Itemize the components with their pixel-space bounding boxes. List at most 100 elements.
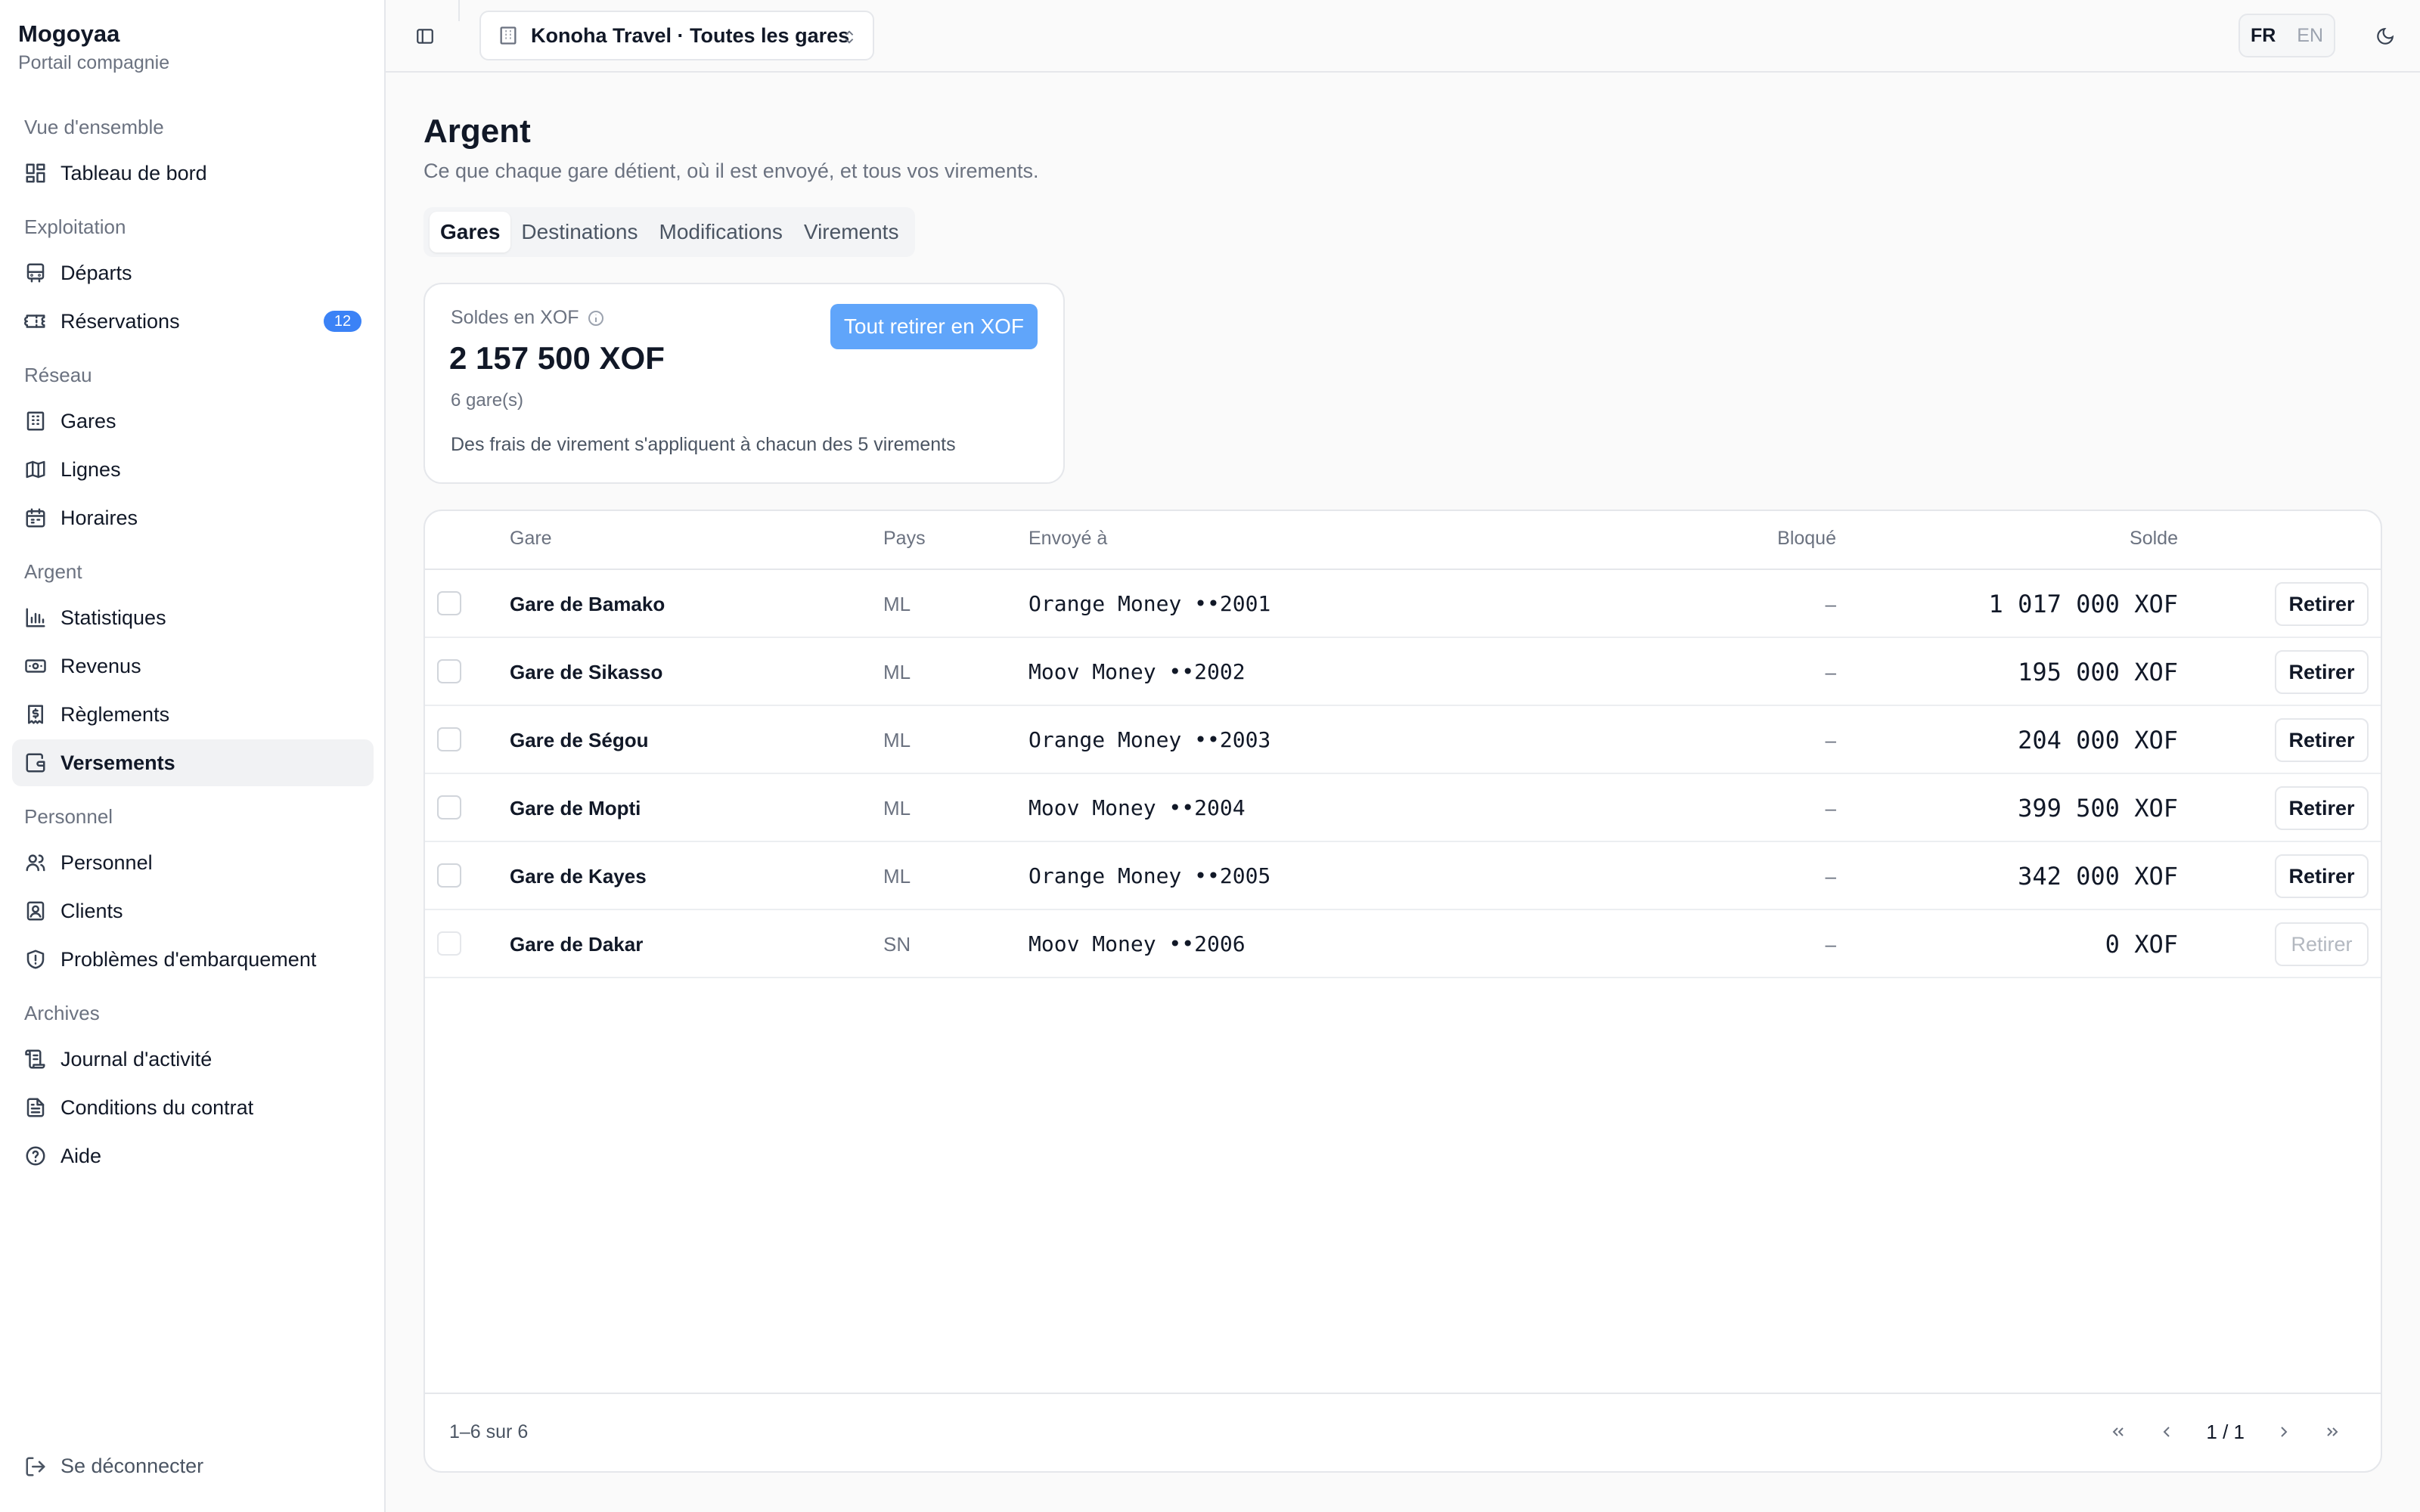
row-checkbox[interactable] [437, 659, 461, 683]
row-checkbox[interactable] [437, 591, 461, 615]
withdraw-all-button[interactable]: Tout retirer en XOF [830, 304, 1038, 349]
tab-destinations[interactable]: Destinations [510, 212, 648, 253]
withdraw-button[interactable]: Retirer [2275, 786, 2369, 830]
sidebar-item-aide[interactable]: Aide [12, 1132, 374, 1179]
sidebar-item-label: Conditions du contrat [60, 1095, 254, 1119]
balance-amount: 2 157 500 XOF [449, 340, 665, 376]
sidebar-item-reservations[interactable]: Réservations 12 [12, 298, 374, 345]
pagination: 1 / 1 [2094, 1415, 2356, 1448]
next-page-button[interactable] [2267, 1415, 2301, 1448]
brand: Mogoyaa Portail compagnie [18, 18, 169, 76]
calendar-icon [24, 507, 47, 529]
station-name: Gare de Bamako [510, 593, 666, 615]
row-checkbox[interactable] [437, 863, 461, 888]
bar-chart-icon [24, 606, 47, 629]
sidebar-item-journal-d-activite[interactable]: Journal d'activité [12, 1036, 374, 1083]
sidebar-item-label: Journal d'activité [60, 1047, 213, 1070]
sidebar-item-horaires[interactable]: Horaires [12, 494, 374, 541]
sidebar-item-personnel[interactable]: Personnel [12, 839, 374, 886]
sidebar-item-label: Tableau de bord [60, 161, 207, 184]
sidebar-item-reglements[interactable]: Règlements [12, 691, 374, 738]
wallet-icon [24, 751, 47, 774]
sidebar-item-versements[interactable]: Versements [12, 739, 374, 786]
table-row: Gare de Dakar SN Moov Money ••2006 – 0 XOF Re… [425, 910, 2381, 978]
sidebar-item-label: Gares [60, 409, 116, 432]
header-bloque: Bloqué [1777, 528, 1836, 549]
sidebar-item-departs[interactable]: Départs [12, 249, 374, 296]
transfer-fee-note: Des frais de virement s'appliquent à cha… [451, 434, 956, 455]
tab-virements[interactable]: Virements [793, 212, 910, 253]
balance-card: Soldes en XOF 2 157 500 XOF 6 gare(s) De… [424, 283, 1065, 484]
moon-icon [2377, 27, 2394, 45]
row-checkbox[interactable] [437, 727, 461, 751]
sidebar-toggle-button[interactable] [410, 23, 440, 50]
language-switch: FR EN [2238, 14, 2335, 57]
prev-page-button[interactable] [2150, 1415, 2183, 1448]
nav-group-label: Argent [24, 560, 82, 583]
last-page-button[interactable] [2316, 1415, 2349, 1448]
lang-fr-button[interactable]: FR [2251, 25, 2276, 47]
sidebar-item-label: Problèmes d'embarquement [60, 947, 317, 971]
sidebar-nav: Vue d'ensemble Tableau de bord Exploitatio… [12, 100, 374, 1181]
first-page-button[interactable] [2102, 1415, 2135, 1448]
payout-destination: Orange Money ••2003 [1028, 727, 1271, 752]
sidebar-item-label: Personnel [60, 850, 153, 874]
table-row: Gare de Sikasso ML Moov Money ••2002 – 195 0… [425, 638, 2381, 706]
theme-toggle-button[interactable] [2372, 23, 2399, 50]
topbar: Konoha Travel · Toutes les gares FR EN [386, 0, 2420, 73]
tab-list: Gares Destinations Modifications Virements [424, 207, 916, 257]
chevrons-up-down-icon [845, 30, 854, 44]
blocked-amount: – [1825, 593, 1836, 615]
lang-en-button[interactable]: EN [2297, 25, 2323, 47]
sidebar-item-revenus[interactable]: Revenus [12, 643, 374, 689]
payout-destination: Orange Money ••2001 [1028, 591, 1271, 616]
withdraw-button[interactable]: Retirer [2275, 718, 2369, 762]
row-checkbox[interactable] [437, 795, 461, 820]
blocked-amount: – [1825, 661, 1836, 683]
nav-group-label: Vue d'ensemble [24, 116, 164, 138]
logout-label: Se déconnecter [60, 1455, 204, 1477]
sidebar-item-lignes[interactable]: Lignes [12, 446, 374, 493]
withdraw-button[interactable]: Retirer [2275, 854, 2369, 898]
receipt-icon [24, 703, 47, 726]
chevrons-left-icon [2112, 1427, 2124, 1436]
withdraw-button: Retirer [2275, 922, 2369, 966]
scroll-icon [24, 1048, 47, 1070]
sidebar-item-conditions-du-contrat[interactable]: Conditions du contrat [12, 1084, 374, 1131]
country-code: ML [883, 661, 911, 683]
sidebar: Mogoyaa Portail compagnie Vue d'ensemble… [0, 0, 386, 1512]
sidebar-item-tableau-de-bord[interactable]: Tableau de bord [12, 150, 374, 197]
blocked-amount: – [1825, 797, 1836, 820]
sidebar-item-label: Revenus [60, 654, 141, 677]
sidebar-item-statistiques[interactable]: Statistiques [12, 594, 374, 641]
page-title: Argent [424, 113, 531, 150]
country-code: ML [883, 593, 911, 615]
tab-modifications[interactable]: Modifications [649, 212, 793, 253]
logout-button[interactable]: Se déconnecter [24, 1455, 203, 1478]
station-count: 6 gare(s) [451, 390, 524, 411]
payout-destination: Orange Money ••2005 [1028, 863, 1271, 888]
payout-destination: Moov Money ••2004 [1028, 795, 1246, 820]
table-header: Gare Pays Envoyé à Bloqué Solde [425, 511, 2381, 570]
chevron-left-icon [2163, 1427, 2170, 1437]
withdraw-button[interactable]: Retirer [2275, 582, 2369, 626]
balance-amount: 0 XOF [2105, 930, 2178, 959]
dashboard-icon [24, 162, 47, 184]
building-icon [24, 410, 47, 432]
balance-amount: 1 017 000 XOF [1988, 590, 2178, 618]
sidebar-item-clients[interactable]: Clients [12, 888, 374, 934]
sidebar-item-problemes-d-embarquement[interactable]: Problèmes d'embarquement [12, 936, 374, 983]
count-badge: 12 [324, 311, 361, 332]
blocked-amount: – [1825, 729, 1836, 751]
info-icon[interactable] [587, 309, 605, 327]
table-row: Gare de Ségou ML Orange Money ••2003 – 204 0… [425, 706, 2381, 774]
row-checkbox [437, 931, 461, 956]
blocked-amount: – [1825, 865, 1836, 888]
balance-amount: 399 500 XOF [2018, 794, 2178, 823]
sidebar-item-gares[interactable]: Gares [12, 398, 374, 445]
balance-label-text: Soldes en XOF [451, 307, 579, 328]
tab-gares[interactable]: Gares [430, 212, 511, 253]
brand-name: Mogoyaa [18, 20, 120, 47]
company-selector[interactable]: Konoha Travel · Toutes les gares [479, 11, 874, 60]
withdraw-button[interactable]: Retirer [2275, 650, 2369, 694]
